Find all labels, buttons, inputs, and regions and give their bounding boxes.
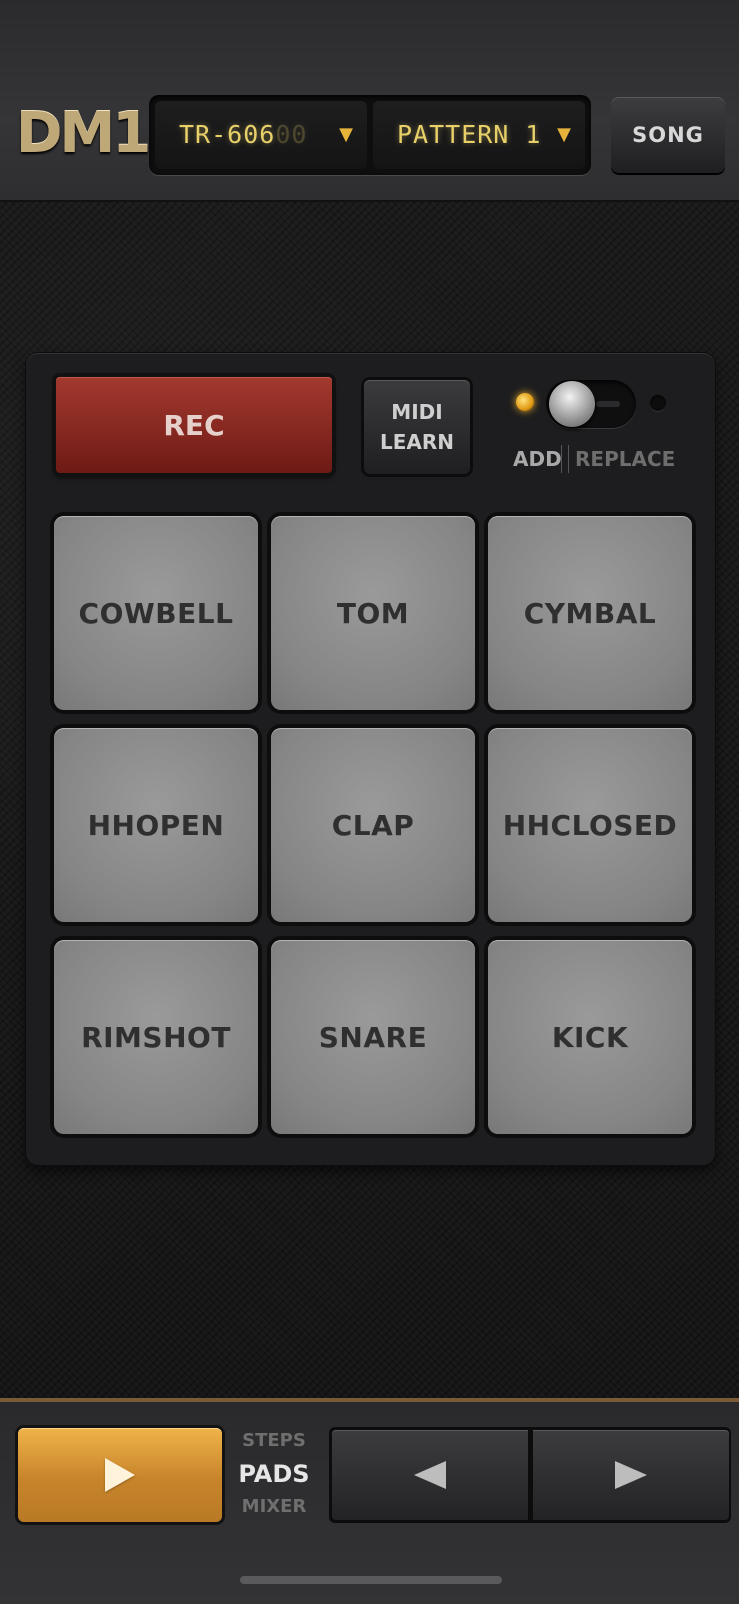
chevron-down-icon: ▼	[557, 124, 571, 145]
arrow-left-icon	[414, 1461, 446, 1489]
midi-learn-button[interactable]: MIDI LEARN	[364, 380, 470, 474]
pad-rimshot[interactable]: RIMSHOT	[54, 940, 258, 1134]
pad-clap[interactable]: CLAP	[271, 728, 475, 922]
pad-cymbal[interactable]: CYMBAL	[488, 516, 692, 710]
pattern-display: PATTERN 1	[397, 120, 542, 149]
pad-hhclosed[interactable]: HHCLOSED	[488, 728, 692, 922]
add-led-indicator	[516, 393, 534, 411]
add-label: ADD	[513, 447, 562, 471]
midi-learn-label-1: MIDI	[391, 400, 443, 424]
pad-tom[interactable]: TOM	[271, 516, 475, 710]
mode-steps[interactable]: STEPS	[222, 1430, 326, 1451]
chevron-down-icon: ▼	[339, 124, 353, 145]
midi-learn-label-2: LEARN	[379, 430, 455, 454]
app-logo: DM1	[16, 101, 151, 166]
replace-label: REPLACE	[575, 447, 676, 471]
pad-snare[interactable]: SNARE	[271, 940, 475, 1134]
play-button[interactable]	[18, 1428, 222, 1522]
arrow-right-icon	[615, 1461, 647, 1489]
toggle-groove	[596, 401, 620, 407]
previous-button[interactable]	[332, 1430, 528, 1520]
next-button[interactable]	[533, 1430, 729, 1520]
home-indicator[interactable]	[240, 1576, 502, 1584]
pattern-selector[interactable]: PATTERN 1 ▼	[373, 101, 585, 169]
pad-cowbell[interactable]: COWBELL	[54, 516, 258, 710]
pad-hhopen[interactable]: HHOPEN	[54, 728, 258, 922]
toggle-label-divider	[561, 445, 569, 473]
rec-button[interactable]: REC	[56, 377, 332, 473]
replace-led-indicator	[650, 395, 666, 411]
selector-box: TR-60600 ▼ PATTERN 1 ▼	[149, 95, 591, 175]
kit-selector[interactable]: TR-60600 ▼	[155, 101, 367, 169]
song-button[interactable]: SONG	[611, 97, 725, 173]
pad-kick[interactable]: KICK	[488, 940, 692, 1134]
play-icon	[105, 1458, 135, 1492]
mode-pads[interactable]: PADS	[222, 1460, 326, 1488]
mode-mixer[interactable]: MIXER	[222, 1496, 326, 1517]
toggle-knob[interactable]	[549, 381, 595, 427]
kit-display: TR-60600	[179, 120, 308, 149]
